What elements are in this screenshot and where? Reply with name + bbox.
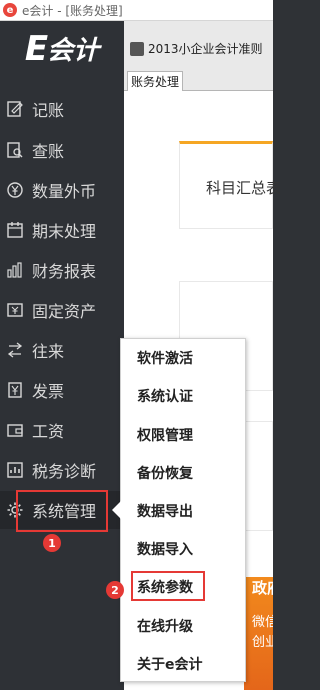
logo-text: 会计 [47, 36, 100, 66]
pencil-note-icon [6, 100, 24, 118]
logo: E 会计 [0, 21, 124, 76]
ledger-icon[interactable] [130, 41, 144, 56]
transfer-icon [6, 341, 24, 359]
sidebar-item-label: 财务报表 [32, 262, 97, 281]
system-parameters-highlight [131, 571, 205, 601]
sidebar-item-payroll[interactable]: 工资 [0, 411, 124, 449]
sidebar-item-label: 往来 [32, 342, 65, 361]
sidebar-item-bookkeeping[interactable]: 记账 [0, 90, 124, 128]
sidebar-item-fixed-assets[interactable]: 固定资产 [0, 291, 124, 329]
window-title: e会计 - [账务处理] [22, 3, 123, 18]
submenu-pointer [112, 501, 121, 519]
system-management-highlight [16, 490, 108, 532]
sidebar-item-tax-diagnosis[interactable]: 税务诊断 [0, 451, 124, 489]
toolbar: 2013小企业会计准则 [124, 36, 273, 61]
tab-strip: 账务处理 [124, 69, 273, 91]
sidebar-item-label: 记账 [32, 101, 65, 120]
sidebar-item-quantity-currency[interactable]: 数量外币 [0, 171, 124, 209]
sidebar-item-audit[interactable]: 查账 [0, 131, 124, 169]
sidebar-item-label: 发票 [32, 382, 65, 401]
step-badge-1: 1 [43, 534, 61, 552]
promo-banner[interactable]: 政府 微信 创业 [244, 577, 273, 690]
system-management-submenu: 软件激活 系统认证 权限管理 备份恢复 数据导出 数据导入 系统参数 在线升级 … [112, 338, 246, 683]
sidebar-item-transactions[interactable]: 往来 [0, 331, 124, 369]
card-title: 科目汇总表 [206, 179, 282, 197]
sidebar-item-period-end[interactable]: 期末处理 [0, 211, 124, 249]
menu-item-activate[interactable]: 软件激活 [137, 339, 237, 377]
logo-e: E [24, 28, 48, 69]
menu-item-certification[interactable]: 系统认证 [137, 377, 237, 415]
banner-line-3: 创业 [252, 635, 273, 650]
sidebar-item-label: 查账 [32, 142, 65, 161]
bar-chart-icon [6, 261, 24, 279]
banner-line-1: 政府 [252, 579, 273, 597]
sidebar-item-label: 工资 [32, 422, 65, 441]
banner-line-2: 微信 [252, 615, 273, 630]
step-badge-2: 2 [106, 581, 124, 599]
menu-item-permissions[interactable]: 权限管理 [137, 416, 237, 454]
calendar-icon [6, 221, 24, 239]
menu-item-data-import[interactable]: 数据导入 [137, 530, 237, 568]
tab-accounting[interactable]: 账务处理 [127, 71, 183, 91]
tax-chart-icon [6, 461, 24, 479]
sidebar-item-label: 税务诊断 [32, 462, 97, 481]
accounting-standard-label[interactable]: 2013小企业会计准则 [148, 40, 263, 57]
sidebar-item-label: 固定资产 [32, 302, 97, 321]
menu-item-backup-restore[interactable]: 备份恢复 [137, 454, 237, 492]
search-document-icon [6, 141, 24, 159]
sidebar-item-reports[interactable]: 财务报表 [0, 251, 124, 289]
menu-item-data-export[interactable]: 数据导出 [137, 492, 237, 530]
asset-icon [6, 301, 24, 319]
e-icon: e [3, 3, 17, 17]
sidebar-item-invoices[interactable]: 发票 [0, 371, 124, 409]
yen-coin-icon [6, 181, 24, 199]
summary-card[interactable]: 科目汇总表 [179, 141, 281, 229]
invoice-yen-icon [6, 381, 24, 399]
menu-item-online-upgrade[interactable]: 在线升级 [137, 607, 237, 645]
title-bar: e e会计 - [账务处理] [0, 0, 273, 21]
sidebar-item-label: 数量外币 [32, 182, 97, 201]
wallet-icon [6, 421, 24, 439]
menu-item-about[interactable]: 关于e会计 [137, 645, 237, 683]
sidebar-item-label: 期末处理 [32, 222, 97, 241]
